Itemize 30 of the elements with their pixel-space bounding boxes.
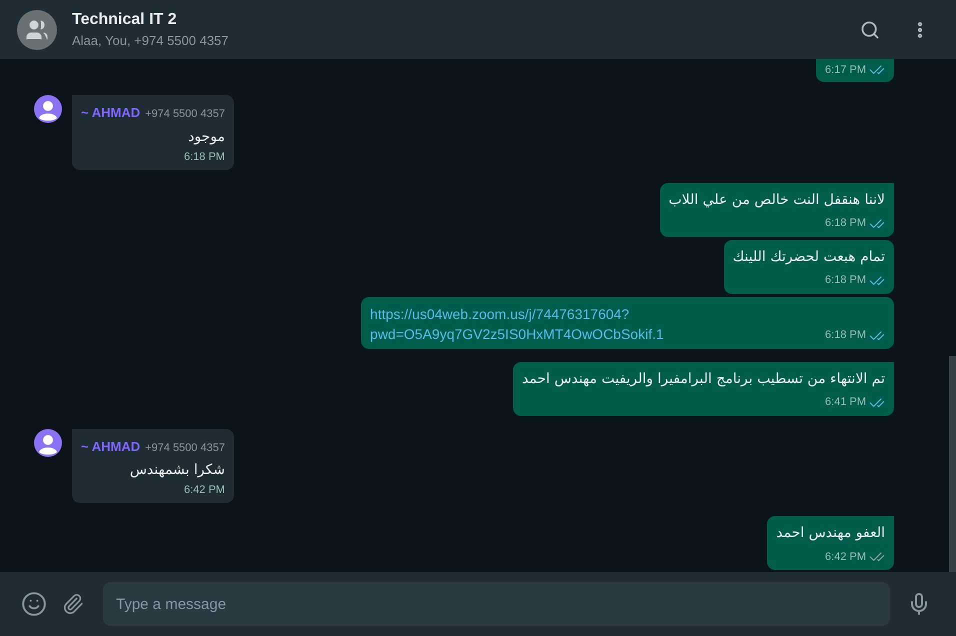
message-time: 6:18 PM — [825, 328, 866, 343]
message-text: موجود — [187, 128, 225, 146]
message-link[interactable]: https://us04web.zoom.us/j/74476317604?pwd=O5A9yq7GV2z5IS0HxMT4OwOCbSokif.1 — [370, 304, 816, 344]
message-time: 6:18 PM — [825, 273, 866, 288]
avatar-icon[interactable] — [34, 95, 62, 123]
message-time: 6:18 PM — [825, 216, 866, 231]
message-text: تمام هبعت لحضرتك اللينك — [732, 248, 885, 266]
group-icon — [25, 18, 49, 42]
message-text: العفو مهندس احمد — [776, 524, 885, 543]
message-text: شكرا بشمهندس — [128, 461, 225, 480]
message-time: 6:42 PM — [825, 550, 866, 564]
message-text: تم الانتهاء من تسطيب برنامج البرامفيرا والريفيت مهندس احمد — [522, 370, 885, 388]
avatar-icon[interactable] — [34, 428, 62, 456]
sender-name: ~ AHMAD — [81, 104, 140, 122]
message-text: لاننا هنقفل النت خالص من علي اللاب — [668, 190, 885, 210]
sender-phone: +974 5500 4357 — [145, 440, 225, 456]
emoji-icon[interactable] — [21, 591, 47, 617]
scrollbar-thumb[interactable] — [949, 356, 956, 572]
message-time: 6:41 PM — [825, 395, 866, 410]
attachment-icon[interactable] — [62, 593, 84, 615]
message-time: 6:18 PM — [184, 150, 225, 164]
search-icon[interactable] — [860, 20, 880, 40]
message-time: 6:17 PM — [825, 62, 866, 78]
chat-title: Technical IT 2 — [72, 10, 178, 30]
chat-subtitle: Alaa, You, +974 5500 4357 — [72, 32, 230, 50]
message-time: 6:42 PM — [184, 483, 225, 498]
sender-name: ~ AHMAD — [81, 438, 140, 456]
message-input[interactable]: Type a message — [103, 582, 890, 626]
sender-phone: +974 5500 4357 — [145, 107, 225, 122]
group-avatar[interactable] — [17, 10, 57, 50]
